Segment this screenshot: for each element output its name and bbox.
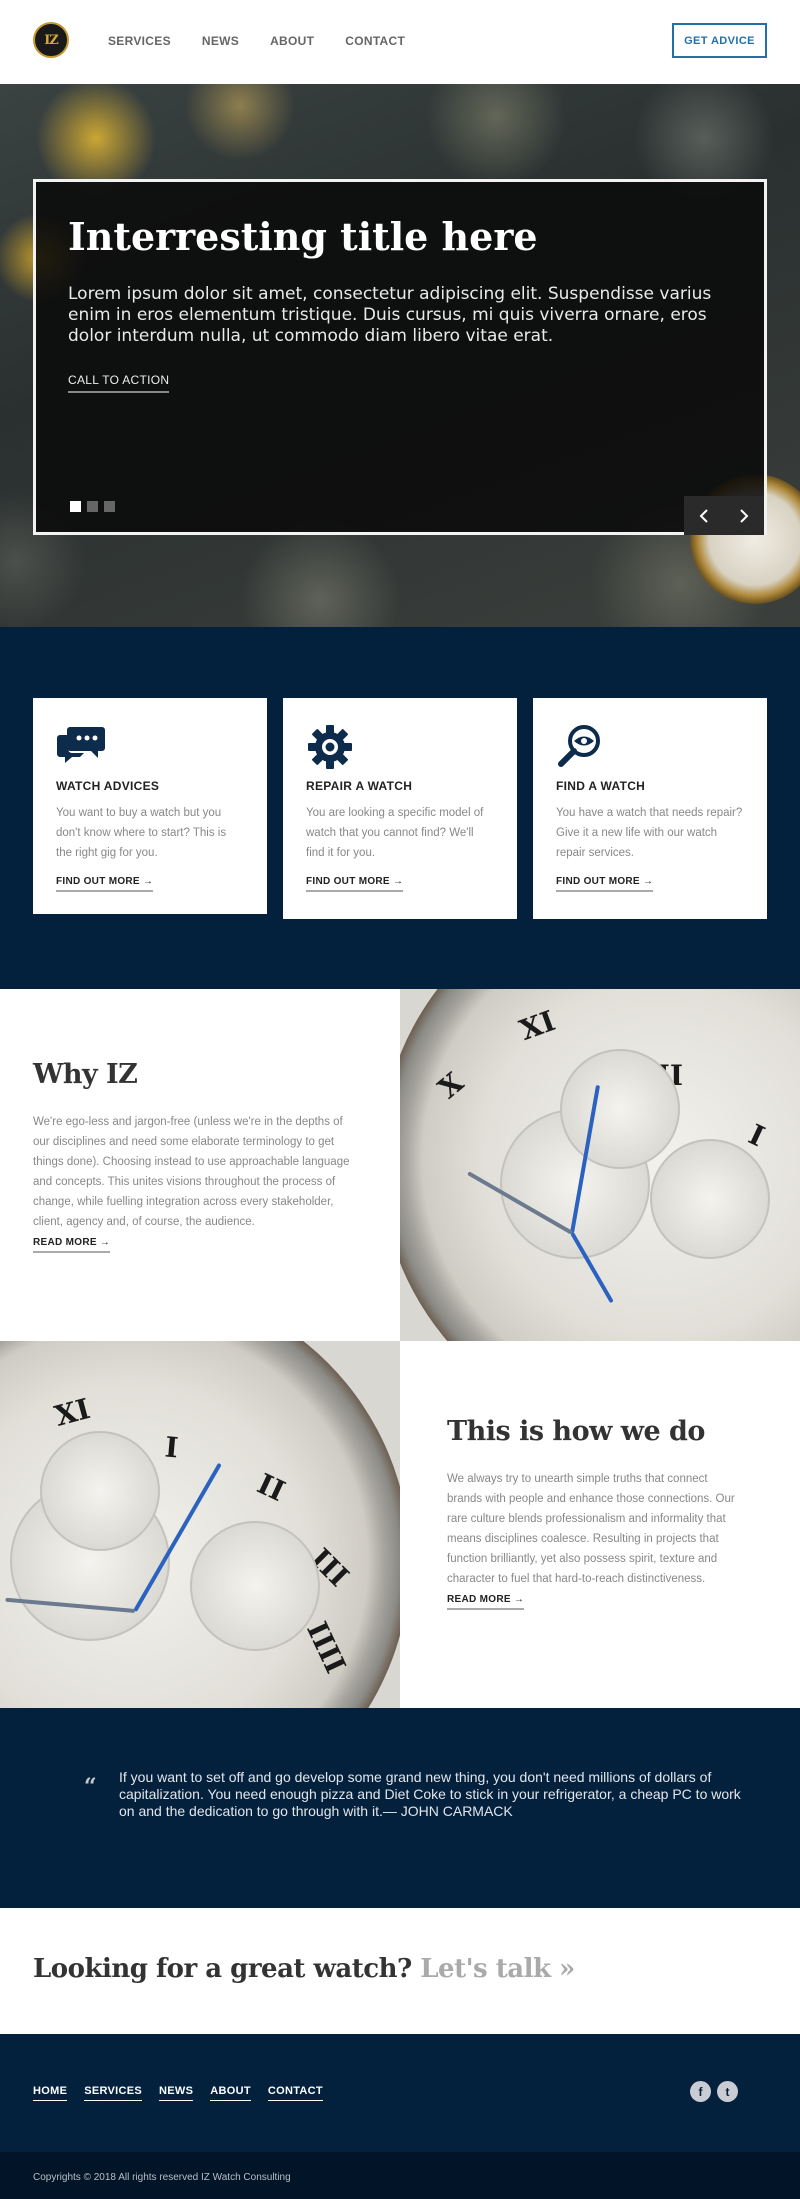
watch-closeup-image: XI I II III IIII xyxy=(0,1341,400,1708)
service-card-advice: WATCH ADVICES You want to buy a watch bu… xyxy=(33,698,267,914)
footer-nav-services[interactable]: SERVICES xyxy=(84,2085,143,2101)
chevron-left-icon[interactable] xyxy=(684,496,724,535)
how-text: We always try to unearth simple truths t… xyxy=(447,1473,735,1585)
slider-dot-2[interactable] xyxy=(87,501,98,512)
card-text: You are looking a specific model of watc… xyxy=(306,807,484,859)
hero-content-box: Interresting title here Lorem ipsum dolo… xyxy=(33,179,767,535)
services-section: WATCH ADVICES You want to buy a watch bu… xyxy=(0,627,800,989)
slider-arrows xyxy=(684,496,764,535)
why-section: Why IZ We're ego-less and jargon-free (u… xyxy=(0,989,800,1341)
gear-icon xyxy=(306,723,358,769)
card-title: REPAIR A WATCH xyxy=(306,779,413,793)
nav-contact[interactable]: CONTACT xyxy=(345,34,405,48)
contact-prompt-lead: Looking for a great watch? xyxy=(33,1954,412,1984)
card-title: WATCH ADVICES xyxy=(56,779,160,793)
quote-icon: “ xyxy=(84,1774,97,1800)
nav-about[interactable]: ABOUT xyxy=(270,34,314,48)
contact-prompt-heading: Looking for a great watch? Let's talk » xyxy=(33,1954,575,1984)
twitter-icon[interactable]: t xyxy=(717,2081,738,2102)
why-text-block: Why IZ We're ego-less and jargon-free (u… xyxy=(33,1059,353,1253)
copyright-text: Copyrights © 2018 All rights reserved IZ… xyxy=(33,2172,291,2183)
get-advice-button[interactable]: GET ADVICE xyxy=(672,23,767,58)
why-title: Why IZ xyxy=(33,1059,138,1090)
watch-closeup-image: XI XII I X xyxy=(400,989,800,1341)
hero-text: Lorem ipsum dolor sit amet, consectetur … xyxy=(68,284,712,346)
service-card-repair: REPAIR A WATCH You are looking a specifi… xyxy=(283,698,517,919)
read-more-link[interactable]: READ MORE → xyxy=(33,1237,111,1253)
footer-nav-contact[interactable]: CONTACT xyxy=(267,2085,323,2101)
quote-section: “ If you want to set off and go develop … xyxy=(0,1708,800,1908)
footer-nav-home[interactable]: HOME xyxy=(33,2085,68,2101)
nav-services[interactable]: SERVICES xyxy=(108,34,171,48)
logo[interactable]: IZ xyxy=(33,22,69,58)
footer-nav: HOME SERVICES NEWS ABOUT CONTACT xyxy=(33,2085,323,2101)
copyright-bar: Copyrights © 2018 All rights reserved IZ… xyxy=(0,2152,800,2199)
card-text: You have a watch that needs repair? Give… xyxy=(556,807,743,859)
card-text: You want to buy a watch but you don't kn… xyxy=(56,807,227,859)
service-card-find: FIND A WATCH You have a watch that needs… xyxy=(533,698,767,919)
call-to-action-link[interactable]: CALL TO ACTION xyxy=(68,373,170,393)
quote-text: If you want to set off and go develop so… xyxy=(119,1769,741,1819)
site-footer: HOME SERVICES NEWS ABOUT CONTACT f t xyxy=(0,2034,800,2152)
read-more-link[interactable]: READ MORE → xyxy=(447,1594,525,1610)
find-out-more-link[interactable]: FIND OUT MORE → xyxy=(56,876,154,892)
card-title: FIND A WATCH xyxy=(556,779,646,793)
main-nav: SERVICES NEWS ABOUT CONTACT xyxy=(108,34,436,48)
nav-news[interactable]: NEWS xyxy=(202,34,239,48)
how-title: This is how we do xyxy=(447,1416,705,1447)
find-out-more-link[interactable]: FIND OUT MORE → xyxy=(556,876,654,892)
how-section: XI I II III IIII This is how we do We al… xyxy=(0,1341,800,1708)
hero-slider: Interresting title here Lorem ipsum dolo… xyxy=(0,84,800,627)
chevron-right-icon[interactable] xyxy=(724,496,764,535)
contact-prompt-section: Looking for a great watch? Let's talk » xyxy=(0,1908,800,2034)
why-text: We're ego-less and jargon-free (unless w… xyxy=(33,1116,350,1228)
slider-dots xyxy=(70,501,115,512)
footer-nav-about[interactable]: ABOUT xyxy=(210,2085,251,2101)
slider-dot-1[interactable] xyxy=(70,501,81,512)
facebook-icon[interactable]: f xyxy=(690,2081,711,2102)
find-out-more-link[interactable]: FIND OUT MORE → xyxy=(306,876,404,892)
how-text-block: This is how we do We always try to unear… xyxy=(447,1416,737,1610)
magnifier-eye-icon xyxy=(556,723,608,767)
slider-dot-3[interactable] xyxy=(104,501,115,512)
chat-bubble-icon xyxy=(56,723,108,767)
footer-nav-news[interactable]: NEWS xyxy=(159,2085,194,2101)
lets-talk-link[interactable]: Let's talk » xyxy=(420,1954,575,1984)
site-header: IZ SERVICES NEWS ABOUT CONTACT GET ADVIC… xyxy=(0,0,800,84)
hero-title: Interresting title here xyxy=(68,214,538,259)
